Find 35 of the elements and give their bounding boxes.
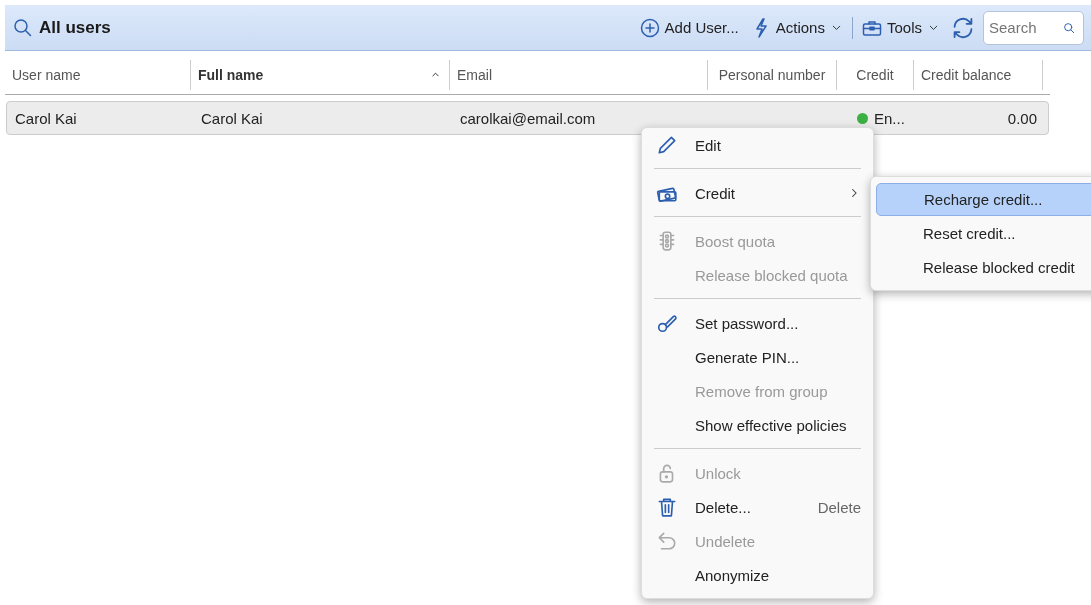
actions-button[interactable]: Actions xyxy=(747,15,846,40)
table-cell: En... xyxy=(874,109,905,127)
shortcut-label: Delete xyxy=(817,498,861,516)
pencil-icon xyxy=(656,134,678,156)
menu-item[interactable]: Release blocked credit xyxy=(876,250,1091,284)
table-row[interactable]: Carol Kai Carol Kai carolkai@email.com En... 0.00 xyxy=(6,101,1049,135)
column-header[interactable]: Full name xyxy=(191,59,450,90)
menu-item[interactable]: Recharge credit... xyxy=(876,183,1091,216)
menu-item[interactable]: Anonymize xyxy=(642,558,873,592)
search-icon xyxy=(13,17,33,38)
plus-circle-icon xyxy=(639,17,660,38)
search-icon xyxy=(1063,21,1076,35)
column-header[interactable]: User name xyxy=(5,59,191,90)
menu-item[interactable]: Set password... xyxy=(642,306,873,340)
trash-icon xyxy=(656,496,678,518)
undo-arrow-icon xyxy=(656,530,678,552)
tools-button[interactable]: Tools xyxy=(858,15,943,40)
table-cell: Carol Kai xyxy=(201,109,263,127)
column-header[interactable]: Credit xyxy=(837,59,914,90)
key-icon xyxy=(656,312,678,334)
table-cell: Carol Kai xyxy=(15,109,77,127)
column-header[interactable]: Credit balance xyxy=(914,59,1043,90)
menu-item[interactable]: Credit xyxy=(642,176,873,210)
menu-item[interactable]: Show effective policies xyxy=(642,408,873,442)
table-cell: carolkai@email.com xyxy=(460,109,596,127)
table-cell: 0.00 xyxy=(1007,109,1037,127)
menu-item[interactable]: Reset credit... xyxy=(876,216,1091,250)
page-title: All users xyxy=(39,17,111,38)
add-user-button[interactable]: Add User... xyxy=(636,15,742,40)
search-field[interactable]: Search xyxy=(983,10,1084,45)
column-header[interactable]: Personal number xyxy=(708,59,837,90)
menu-item[interactable]: Delete... Delete xyxy=(642,490,873,524)
menu-item[interactable]: Generate PIN... xyxy=(642,340,873,374)
refresh-icon xyxy=(951,15,975,40)
column-header[interactable]: Email xyxy=(450,59,708,90)
